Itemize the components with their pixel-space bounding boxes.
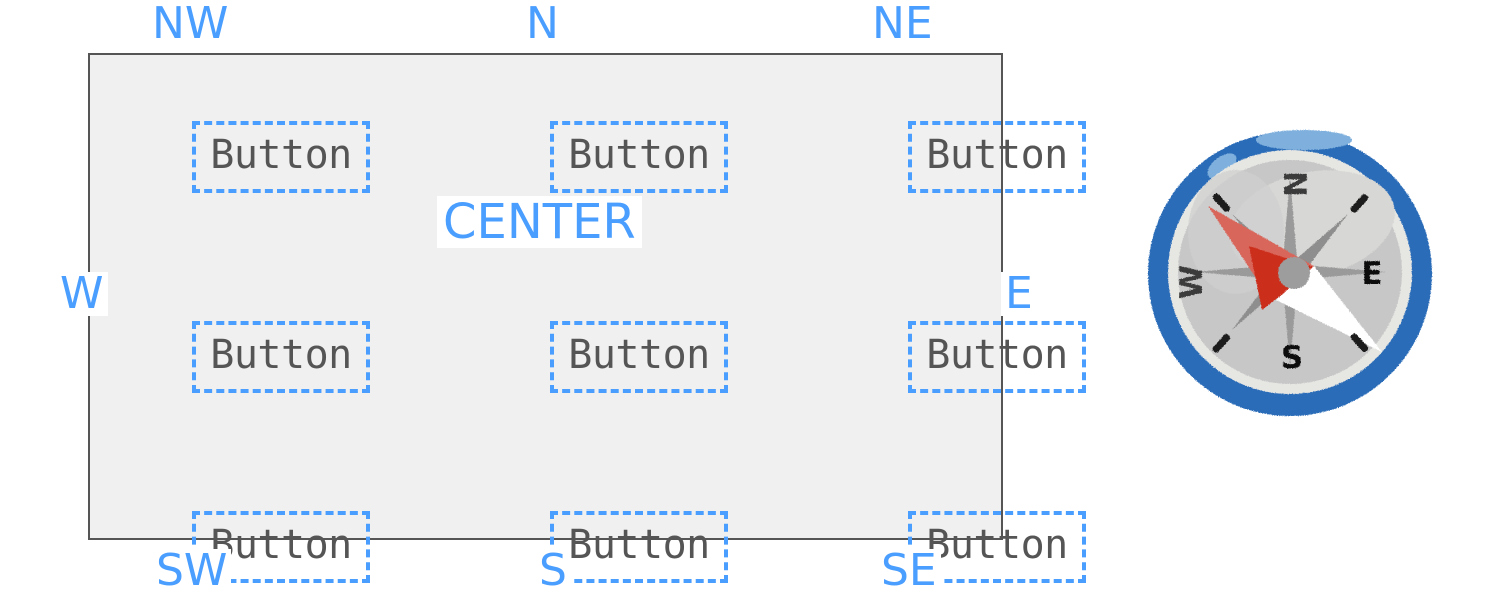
button-center[interactable]: Button	[550, 321, 728, 393]
button-w[interactable]: Button	[192, 321, 370, 393]
nine-region-container: Button Button Button Button Button Butto…	[88, 53, 1086, 583]
compass-label-east: E	[1361, 256, 1382, 292]
button-nw[interactable]: Button	[192, 121, 370, 193]
anchor-label-nw: NW	[148, 2, 233, 46]
button-e[interactable]: Button	[908, 321, 1086, 393]
needle-pivot	[1278, 257, 1310, 289]
anchor-label-e: E	[1001, 272, 1037, 316]
anchor-label-w: W	[56, 272, 108, 316]
anchor-label-n: N	[522, 2, 563, 46]
compass-ring-highlight	[1256, 130, 1352, 150]
anchor-label-sw: SW	[152, 549, 232, 593]
anchor-label-s: S	[535, 549, 571, 593]
button-ne[interactable]: Button	[908, 121, 1086, 193]
anchor-label-se: SE	[877, 549, 941, 593]
button-n[interactable]: Button	[550, 121, 728, 193]
anchor-label-center: CENTER	[437, 196, 642, 248]
compass-label-south: S	[1281, 340, 1303, 376]
button-s[interactable]: Button	[550, 511, 728, 583]
anchor-label-ne: NE	[868, 2, 937, 46]
compass-illustration: N E S W	[1144, 114, 1436, 434]
compass-label-west: W	[1174, 265, 1210, 299]
compass-label-north: N	[1276, 171, 1312, 197]
